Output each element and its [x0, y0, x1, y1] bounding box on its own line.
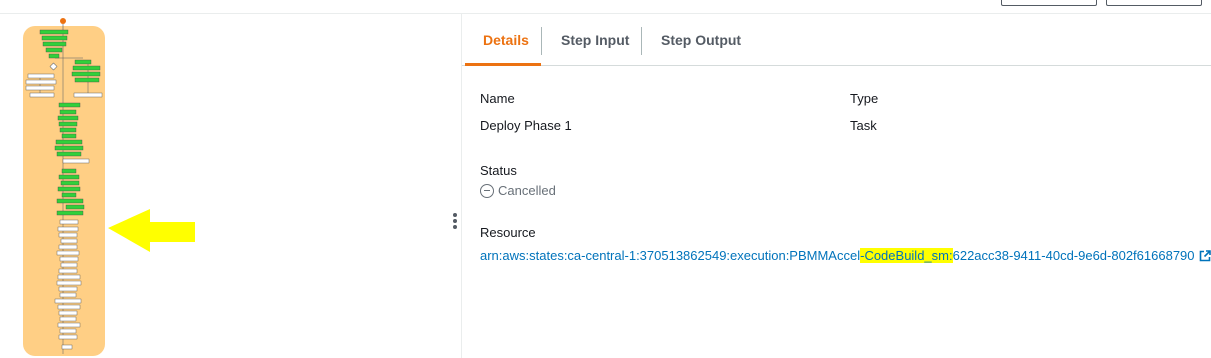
- graph-state-node: [55, 139, 83, 145]
- graph-state-node: [62, 158, 90, 164]
- graph-state-node: [57, 304, 81, 310]
- graph-state-node: [57, 274, 81, 280]
- resource-link[interactable]: arn:aws:states:ca-central-1:370513862549…: [480, 248, 1211, 263]
- graph-state-node: [56, 198, 84, 204]
- active-tab-indicator: [465, 63, 541, 66]
- graph-state-node: [56, 280, 82, 286]
- graph-state-node: [58, 121, 78, 127]
- graph-state-node: [74, 59, 92, 65]
- tab-details[interactable]: Details: [483, 32, 529, 48]
- cancelled-icon: [480, 183, 494, 198]
- execution-graph[interactable]: [0, 14, 447, 358]
- graph-state-node: [60, 180, 80, 186]
- resource-label: Resource: [480, 225, 536, 240]
- graph-state-node: [59, 328, 77, 334]
- graph-state-node: [59, 109, 77, 115]
- graph-state-node: [48, 53, 60, 59]
- graph-state-node: [57, 226, 79, 232]
- resize-handle[interactable]: [453, 213, 457, 229]
- step-tabs: Details Step Input Step Output: [462, 14, 1211, 66]
- graph-state-node: [41, 35, 68, 41]
- graph-state-node: [57, 115, 79, 121]
- tab-step-output[interactable]: Step Output: [661, 32, 741, 48]
- graph-state-node: [54, 298, 82, 304]
- graph-state-node: [60, 238, 78, 244]
- type-label: Type: [850, 91, 879, 106]
- graph-state-node: [58, 102, 81, 108]
- tab-step-input[interactable]: Step Input: [561, 32, 629, 48]
- status-text: Cancelled: [498, 183, 556, 198]
- top-toolbar-strip: [0, 0, 1211, 14]
- graph-inspector-panel: [0, 14, 447, 358]
- graph-state-node: [58, 244, 78, 250]
- graph-state-node: [57, 322, 81, 328]
- graph-state-node: [59, 219, 79, 225]
- graph-state-node: [58, 174, 80, 180]
- graph-state-node: [56, 210, 84, 216]
- toolbar-button-2[interactable]: [1106, 0, 1202, 6]
- status-value: Cancelled: [480, 183, 556, 198]
- graph-state-node: [29, 92, 55, 98]
- graph-state-node: [71, 71, 101, 77]
- annotation-arrow: [108, 209, 195, 252]
- tab-separator: [641, 27, 642, 55]
- graph-state-node: [58, 286, 78, 292]
- graph-state-node: [58, 232, 78, 238]
- graph-state-node: [27, 73, 55, 79]
- graph-state-node: [25, 85, 55, 91]
- resource-arn-prefix: arn:aws:states:ca-central-1:370513862549…: [480, 248, 861, 263]
- tab-separator: [541, 27, 542, 55]
- graph-state-node: [58, 268, 78, 274]
- graph-state-node: [25, 79, 57, 85]
- graph-state-node: [60, 262, 78, 268]
- graph-state-node: [56, 250, 80, 256]
- graph-state-node: [74, 77, 100, 83]
- details-panel: Details Step Input Step Output Name Depl…: [462, 14, 1211, 358]
- type-value: Task: [850, 118, 877, 133]
- graph-state-node: [61, 168, 77, 174]
- status-label: Status: [480, 163, 517, 178]
- graph-state-node: [58, 334, 78, 340]
- graph-state-node: [45, 47, 63, 53]
- graph-state-node: [61, 133, 77, 139]
- graph-state-node: [61, 192, 77, 198]
- graph-state-node: [54, 145, 84, 151]
- resource-arn-suffix: 622acc38-9411-40cd-9e6d-802f61668790: [952, 248, 1195, 263]
- graph-state-node: [59, 316, 77, 322]
- graph-state-node: [59, 292, 77, 298]
- name-value: Deploy Phase 1: [480, 118, 572, 133]
- name-label: Name: [480, 91, 515, 106]
- start-marker: [60, 18, 66, 24]
- graph-state-node: [59, 256, 79, 262]
- graph-state-node: [61, 344, 73, 350]
- toolbar-button-1[interactable]: [1001, 0, 1097, 6]
- graph-state-node: [59, 127, 77, 133]
- graph-state-node: [65, 204, 85, 210]
- graph-state-node: [58, 310, 78, 316]
- graph-state-node: [56, 151, 82, 157]
- resource-arn-highlight: -CodeBuild_sm:: [860, 248, 953, 263]
- external-link-icon: [1199, 249, 1211, 261]
- graph-state-node: [57, 186, 81, 192]
- graph-state-node: [39, 29, 69, 35]
- graph-state-node: [73, 92, 103, 98]
- graph-state-node: [42, 41, 67, 47]
- graph-state-node: [72, 65, 101, 71]
